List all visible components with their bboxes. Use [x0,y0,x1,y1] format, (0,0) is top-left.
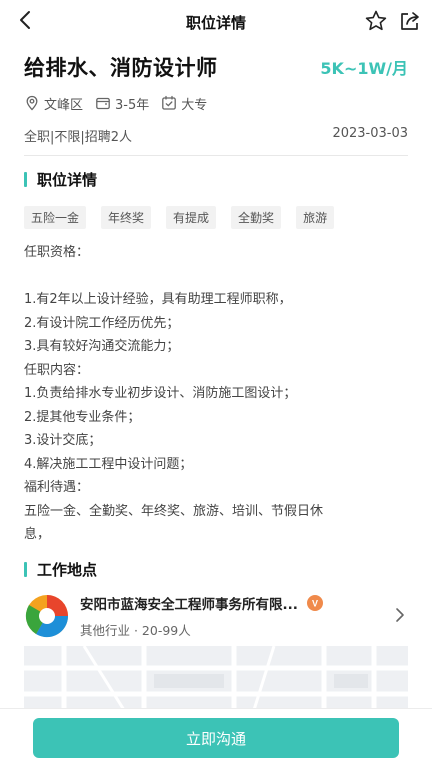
education-text: 大专 [181,97,208,113]
share-icon[interactable] [398,9,422,33]
company-name-row: 安阳市蓝海安全工程师事务所有限... V [80,593,408,613]
job-header: 给排水、消防设计师 5K~1W/月 文峰区 3-5年 大专 全职|不限|招聘2人… [0,44,432,156]
description-line [24,265,408,289]
post-date: 2023-03-03 [332,126,408,141]
description-line: 2.提其他专业条件； [24,409,141,425]
job-details-section-title: 职位详情 [24,168,408,190]
section-accent-bar [24,171,27,187]
education-item: 大专 [161,94,207,113]
experience-text: 3-5年 [115,97,150,113]
company-logo [25,594,69,637]
description-line: 任职内容： [24,362,90,378]
description-line: 福利待遇： [24,480,90,495]
benefit-tag: 五险一金 [24,206,87,229]
job-meta: 文峰区 3-5年 大专 [24,92,408,114]
description-line: 2.有设计院工作经历优先； [24,315,180,331]
top-nav-bar: 职位详情 [0,0,432,44]
bottom-action-bar: 立即沟通 [0,708,432,768]
verified-badge-icon: V [306,594,323,611]
section-accent-bar [24,562,27,577]
star-favorite-icon[interactable] [364,9,388,33]
company-subinfo: 其他行业 · 20-99人 [80,622,191,638]
work-location-section-title: 工作地点 [24,559,408,581]
briefcase-icon [96,97,110,110]
description-line: 3.具有较好沟通交流能力； [24,339,180,354]
description-line: 任职资格： [24,245,90,260]
company-card[interactable]: 安阳市蓝海安全工程师事务所有限... V 其他行业 · 20-99人 [24,591,408,641]
badge-text: V [312,598,318,608]
job-type-info: 全职|不限|招聘2人 [24,130,133,145]
description-line: 4.解决施工工程中设计问题； [24,456,193,472]
description-line: 3.设计交底； [24,433,102,448]
benefit-tag: 年终奖 [101,206,152,229]
job-title: 给排水、消防设计师 [24,56,218,80]
experience-item: 3-5年 [95,94,149,113]
description-line: 1.有2年以上设计经验，具有助理工程师职称， [24,292,292,307]
contact-now-button[interactable]: 立即沟通 [33,718,399,758]
company-name: 安阳市蓝海安全工程师事务所有限... [80,596,298,613]
description-line: 息， [24,527,51,542]
location-text: 文峰区 [44,97,84,113]
job-description: 任职资格： 1.有2年以上设计经验，具有助理工程师职称， 2.有设计院工作经历优… [24,241,408,547]
salary-label: 5K~1W/月 [320,59,408,78]
job-type-row: 全职|不限|招聘2人 2023-03-03 [24,126,408,156]
back-arrow-icon[interactable] [14,8,38,32]
section-title-text: 职位详情 [37,170,98,189]
company-info: 安阳市蓝海安全工程师事务所有限... V 其他行业 · 20-99人 [80,593,408,639]
education-check-icon [162,95,177,110]
location-item: 文峰区 [24,94,83,113]
page-title: 职位详情 [185,13,246,32]
benefit-tag: 旅游 [296,206,335,229]
chevron-right-icon[interactable] [392,605,408,625]
location-map[interactable] [24,646,408,710]
description-line: 1.负责给排水专业初步设计、消防施工图设计； [24,386,297,401]
benefit-tag: 全勤奖 [231,206,282,229]
benefit-tag: 有提成 [166,206,217,229]
section-title-text: 工作地点 [37,561,98,579]
benefit-tags: 五险一金 年终奖 有提成 全勤奖 旅游 [24,206,408,229]
map-roads [24,646,408,710]
description-line: 五险一金、全勤奖、年终奖、旅游、培训、节假日休 [24,503,324,519]
job-title-row: 给排水、消防设计师 5K~1W/月 [24,50,408,84]
location-pin-icon [26,95,38,111]
